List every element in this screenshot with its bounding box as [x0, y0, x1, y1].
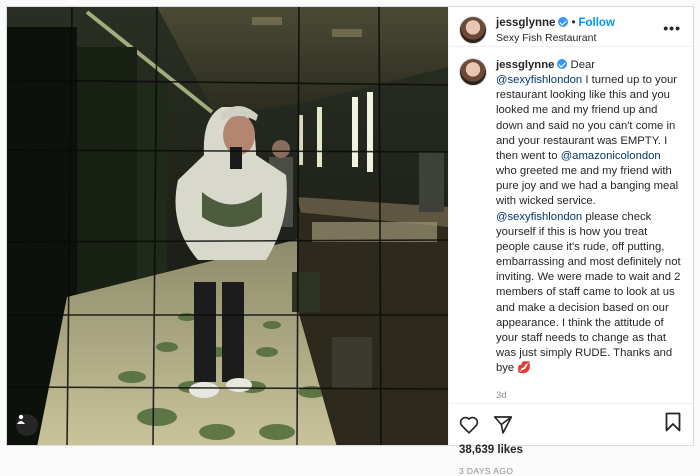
- user-tag-icon[interactable]: [16, 414, 38, 436]
- mention-link[interactable]: @sexyfishlondon: [496, 211, 582, 223]
- heart-icon[interactable]: [459, 415, 479, 434]
- verified-badge-icon: [558, 17, 569, 27]
- caption-text: who greeted me and my friend with pure j…: [496, 165, 679, 208]
- bookmark-icon[interactable]: [665, 412, 681, 432]
- caption-timestamp[interactable]: 3d: [496, 388, 681, 403]
- follow-button[interactable]: Follow: [578, 17, 614, 29]
- caption-text: Dear: [570, 59, 596, 71]
- caption-section: jessglynne Dear @sexyfishlondon I turned…: [449, 47, 693, 403]
- verified-badge-icon: [557, 59, 568, 69]
- avatar[interactable]: [459, 16, 487, 44]
- mirror-selfie-image: [7, 7, 448, 445]
- caption-username[interactable]: jessglynne: [496, 59, 554, 71]
- caption-avatar[interactable]: [459, 58, 487, 86]
- instagram-post: jessglynne • Follow Sexy Fish Restaurant •…: [6, 6, 694, 476]
- separator-dot: •: [571, 17, 576, 29]
- kiss-emoji: 💋: [517, 362, 532, 375]
- post-sidebar: jessglynne • Follow Sexy Fish Restaurant •…: [448, 7, 693, 476]
- paper-plane-icon[interactable]: [493, 415, 513, 434]
- mention-link[interactable]: @sexyfishlondon: [496, 74, 582, 86]
- more-options-icon[interactable]: •••: [663, 20, 681, 36]
- mention-link[interactable]: @amazonicolondon: [561, 150, 661, 162]
- location-link[interactable]: Sexy Fish Restaurant: [496, 31, 615, 46]
- likes-count[interactable]: 38,639 likes: [459, 444, 681, 456]
- header-username[interactable]: jessglynne: [496, 17, 555, 29]
- post-date[interactable]: 3 DAYS AGO: [459, 466, 681, 476]
- post-photo[interactable]: [7, 7, 448, 445]
- actions-section: 38,639 likes 3 DAYS AGO: [449, 403, 693, 476]
- caption-text: I turned up to your restaurant looking l…: [496, 74, 678, 162]
- post-header: jessglynne • Follow Sexy Fish Restaurant •…: [449, 7, 693, 47]
- caption-text: please check yourself if this is how you…: [496, 210, 681, 375]
